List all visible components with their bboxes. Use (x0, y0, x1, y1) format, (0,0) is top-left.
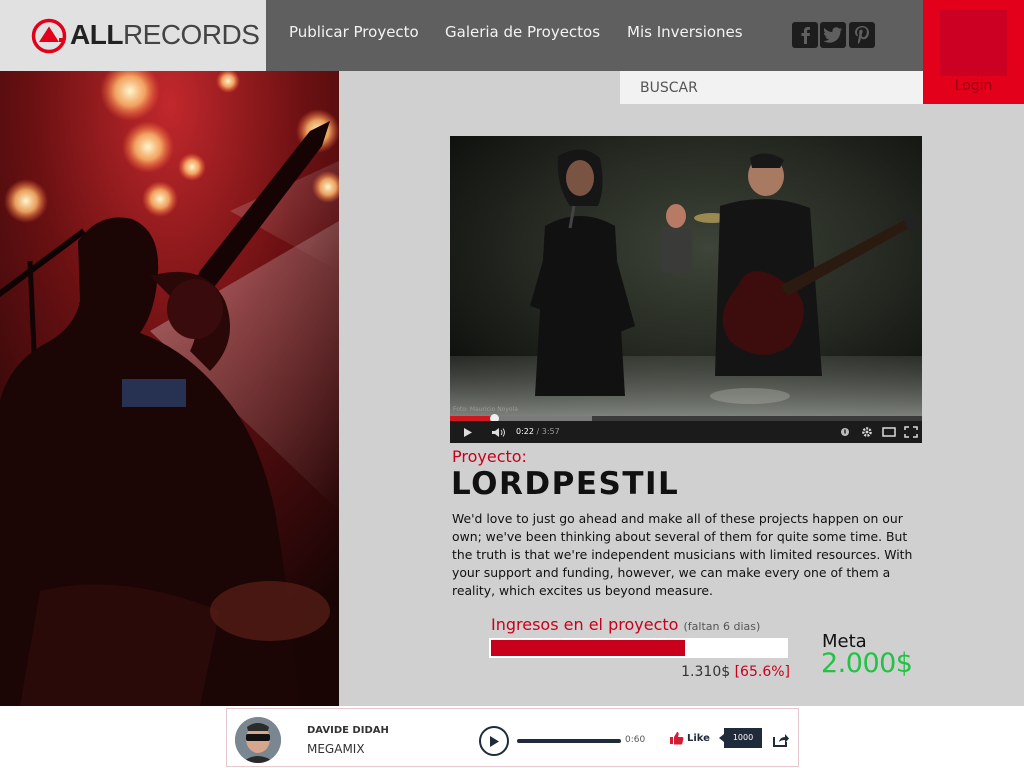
pinterest-icon[interactable] (849, 22, 875, 48)
video-time: 0:22 / 3:57 (516, 427, 560, 436)
video-player[interactable]: Foto: Mauricio Noyola 0:22 / 3:57 (450, 136, 922, 443)
funding-amount: 1.310$ [65.6%] (620, 664, 790, 680)
logo-text[interactable]: ALLRECORDS (70, 18, 260, 52)
funding-progress-bar (489, 638, 788, 658)
theater-mode-icon[interactable] (881, 424, 897, 440)
login-avatar-box[interactable] (940, 10, 1007, 76)
thumbs-up-icon (670, 732, 684, 745)
audio-play-button[interactable] (479, 726, 509, 756)
player-track: MEGAMIX (307, 742, 365, 756)
project-name: LORDPESTIL (451, 466, 680, 502)
share-icon[interactable] (772, 732, 790, 748)
nav-mis-inversiones[interactable]: Mis Inversiones (627, 23, 743, 41)
project-description: We'd love to just go ahead and make all … (452, 511, 913, 598)
funding-percent: [65.6%] (734, 664, 790, 680)
main-nav: Publicar Proyecto Galeria de Proyectos M… (266, 0, 923, 71)
video-frame[interactable] (450, 136, 922, 416)
player-artist: DAVIDE DIDAH (307, 725, 389, 736)
hero-concert-photo (0, 71, 339, 706)
avatar (235, 717, 281, 763)
search-input[interactable] (620, 71, 923, 104)
volume-icon[interactable] (490, 424, 506, 440)
audio-time: 0:60 (625, 735, 646, 745)
logo-icon (31, 18, 67, 54)
audio-progress-bar[interactable] (517, 739, 621, 743)
nav-galeria-de-proyectos[interactable]: Galeria de Proyectos (445, 23, 600, 41)
like-button[interactable]: Like (669, 731, 710, 745)
settings-gear-icon[interactable] (859, 424, 875, 440)
video-current-time: 0:22 (516, 427, 534, 436)
funding-title: Ingresos en el proyecto (faltan 6 dias) (491, 615, 760, 634)
login-button[interactable]: Login (923, 78, 1024, 94)
funding-title-text: Ingresos en el proyecto (491, 615, 679, 634)
video-photo-credit: Foto: Mauricio Noyola (453, 406, 518, 413)
twitter-icon[interactable] (820, 22, 846, 48)
goal-value: 2.000$ (821, 648, 913, 679)
play-icon (490, 735, 499, 747)
funding-progress-fill (491, 640, 685, 656)
annotations-icon[interactable] (837, 424, 853, 440)
funding-raised: 1.310$ (681, 664, 731, 680)
fullscreen-icon[interactable] (903, 424, 919, 440)
facebook-icon[interactable] (792, 22, 818, 48)
logo-area: ALLRECORDS (0, 0, 266, 71)
nav-publicar-proyecto[interactable]: Publicar Proyecto (289, 23, 419, 41)
like-count: 1000 (719, 728, 762, 748)
video-duration: 3:57 (541, 427, 560, 436)
login-panel[interactable]: Login (923, 0, 1024, 104)
footer: DAVIDE DIDAH MEGAMIX 0:60 Like 1000 (0, 706, 1024, 768)
video-controls: 0:22 / 3:57 (450, 421, 922, 443)
like-label: Like (687, 732, 710, 744)
funding-days-left: (faltan 6 dias) (683, 620, 761, 633)
play-icon[interactable] (460, 424, 476, 440)
audio-player-widget: DAVIDE DIDAH MEGAMIX 0:60 Like 1000 (226, 708, 799, 767)
